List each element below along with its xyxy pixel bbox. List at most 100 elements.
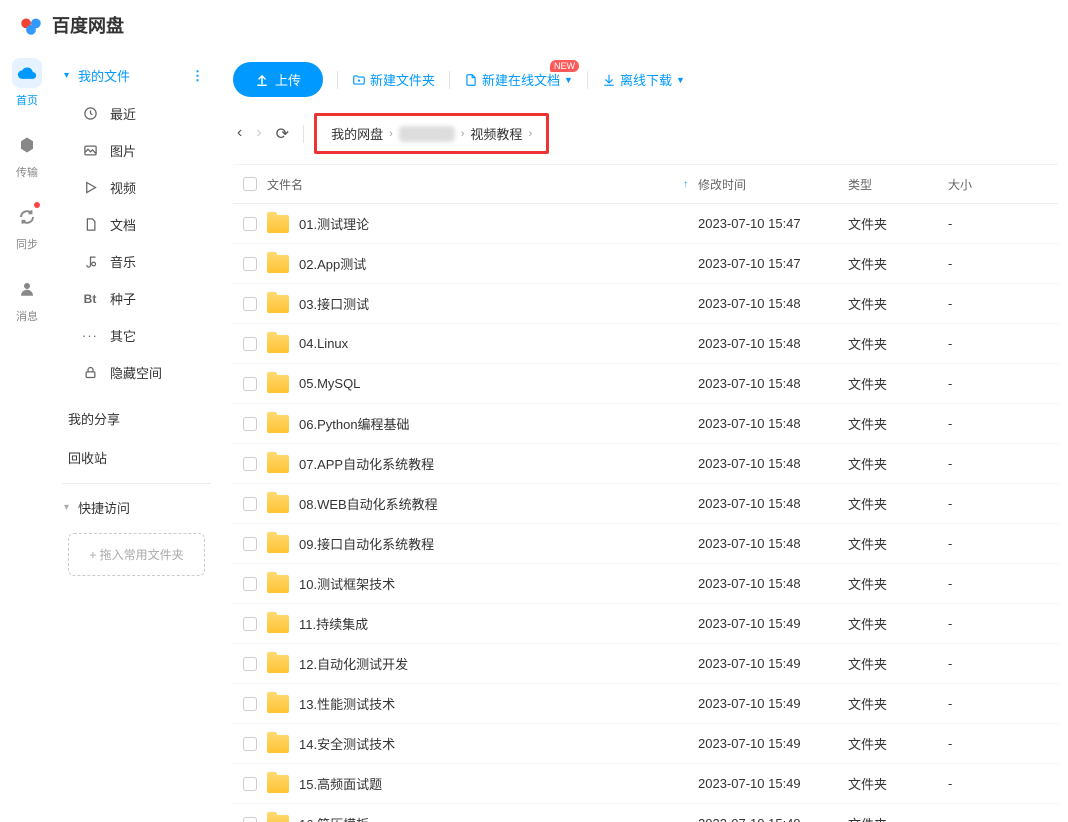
sidebar-item-play[interactable]: 视频 [54, 169, 219, 206]
rail-item-person[interactable]: 消息 [12, 274, 42, 324]
file-name: 04.Linux [299, 336, 348, 351]
row-checkbox[interactable] [243, 577, 257, 591]
rail-label: 消息 [16, 308, 38, 324]
table-row[interactable]: 15.高频面试题 2023-07-10 15:49 文件夹 - [233, 764, 1058, 804]
folder-plus-icon [352, 73, 366, 87]
app-header: 百度网盘 [0, 0, 1068, 50]
nav-back-icon[interactable]: ‹ [233, 122, 246, 146]
row-checkbox[interactable] [243, 657, 257, 671]
row-checkbox[interactable] [243, 457, 257, 471]
sidebar-item-clock[interactable]: 最近 [54, 95, 219, 132]
folder-icon [267, 815, 289, 822]
folder-icon [267, 455, 289, 473]
file-name: 06.Python编程基础 [299, 414, 410, 433]
notification-dot [34, 202, 40, 208]
row-checkbox[interactable] [243, 537, 257, 551]
sidebar-item-doc[interactable]: 文档 [54, 206, 219, 243]
row-checkbox[interactable] [243, 697, 257, 711]
file-type: 文件夹 [848, 614, 948, 633]
row-checkbox[interactable] [243, 617, 257, 631]
table-row[interactable]: 04.Linux 2023-07-10 15:48 文件夹 - [233, 324, 1058, 364]
col-type[interactable]: 类型 [848, 176, 948, 193]
sidebar-item-bt[interactable]: Bt种子 [54, 280, 219, 317]
file-type: 文件夹 [848, 814, 948, 822]
nav-arrows: ‹ › ⟳ [233, 122, 293, 146]
row-checkbox[interactable] [243, 377, 257, 391]
rail-label: 同步 [16, 236, 38, 252]
nav-forward-icon[interactable]: › [252, 122, 265, 146]
table-row[interactable]: 06.Python编程基础 2023-07-10 15:48 文件夹 - [233, 404, 1058, 444]
new-doc-button[interactable]: 新建在线文档 ▼ NEW [464, 70, 573, 89]
sidebar-myfiles[interactable]: ▾ 我的文件 ⋮ [54, 60, 219, 91]
dots-icon: ··· [82, 328, 98, 344]
table-row[interactable]: 01.测试理论 2023-07-10 15:47 文件夹 - [233, 204, 1058, 244]
file-type: 文件夹 [848, 774, 948, 793]
sidebar-item-dots[interactable]: ···其它 [54, 317, 219, 354]
file-name: 03.接口测试 [299, 294, 369, 313]
col-name-label: 文件名 [267, 176, 303, 193]
row-checkbox[interactable] [243, 337, 257, 351]
file-time: 2023-07-10 15:49 [698, 696, 848, 711]
table-row[interactable]: 16.简历模板 2023-07-10 15:49 文件夹 - [233, 804, 1058, 822]
new-badge: NEW [550, 60, 579, 72]
divider [449, 71, 450, 89]
table-row[interactable]: 10.测试框架技术 2023-07-10 15:48 文件夹 - [233, 564, 1058, 604]
folder-icon [267, 695, 289, 713]
table-row[interactable]: 09.接口自动化系统教程 2023-07-10 15:48 文件夹 - [233, 524, 1058, 564]
table-row[interactable]: 14.安全测试技术 2023-07-10 15:49 文件夹 - [233, 724, 1058, 764]
table-row[interactable]: 12.自动化测试开发 2023-07-10 15:49 文件夹 - [233, 644, 1058, 684]
crumb-root[interactable]: 我的网盘 [331, 124, 383, 143]
more-icon[interactable]: ⋮ [191, 68, 205, 84]
file-size: - [948, 256, 1058, 271]
sidebar-myshare[interactable]: 我的分享 [54, 399, 219, 438]
table-row[interactable]: 13.性能测试技术 2023-07-10 15:49 文件夹 - [233, 684, 1058, 724]
chevron-down-icon: ▼ [676, 75, 685, 85]
file-name: 10.测试框架技术 [299, 574, 395, 593]
table-row[interactable]: 02.App测试 2023-07-10 15:47 文件夹 - [233, 244, 1058, 284]
nav-row: ‹ › ⟳ 我的网盘 › › 视频教程 › [233, 107, 1058, 164]
rail-item-sync[interactable]: 同步 [12, 202, 42, 252]
nav-refresh-icon[interactable]: ⟳ [272, 122, 293, 146]
file-type: 文件夹 [848, 734, 948, 753]
rail-item-hex[interactable]: 传输 [12, 130, 42, 180]
quick-drop-area[interactable]: + 拖入常用文件夹 [68, 533, 205, 576]
table-row[interactable]: 03.接口测试 2023-07-10 15:48 文件夹 - [233, 284, 1058, 324]
table-row[interactable]: 08.WEB自动化系统教程 2023-07-10 15:48 文件夹 - [233, 484, 1058, 524]
upload-button[interactable]: 上传 [233, 62, 323, 97]
select-all-checkbox[interactable] [243, 177, 257, 191]
sidebar-recycle[interactable]: 回收站 [54, 438, 219, 477]
offline-label: 离线下载 [620, 70, 672, 89]
chevron-down-icon: ▾ [64, 70, 74, 81]
sidebar-item-lock[interactable]: 隐藏空间 [54, 354, 219, 391]
table-row[interactable]: 05.MySQL 2023-07-10 15:48 文件夹 - [233, 364, 1058, 404]
row-checkbox[interactable] [243, 297, 257, 311]
row-checkbox[interactable] [243, 217, 257, 231]
table-row[interactable]: 11.持续集成 2023-07-10 15:49 文件夹 - [233, 604, 1058, 644]
col-time[interactable]: 修改时间 [698, 176, 848, 193]
lock-icon [82, 365, 98, 381]
row-checkbox[interactable] [243, 737, 257, 751]
logo-area[interactable]: 百度网盘 [18, 12, 124, 38]
file-time: 2023-07-10 15:48 [698, 416, 848, 431]
table-row[interactable]: 07.APP自动化系统教程 2023-07-10 15:48 文件夹 - [233, 444, 1058, 484]
row-checkbox[interactable] [243, 257, 257, 271]
row-checkbox[interactable] [243, 777, 257, 791]
chevron-right-icon: › [461, 128, 465, 140]
row-checkbox[interactable] [243, 817, 257, 822]
new-folder-button[interactable]: 新建文件夹 [352, 70, 435, 89]
sidebar-item-music[interactable]: 音乐 [54, 243, 219, 280]
bt-icon: Bt [82, 291, 98, 307]
col-size[interactable]: 大小 [948, 176, 1058, 193]
file-name: 01.测试理论 [299, 214, 369, 233]
row-checkbox[interactable] [243, 417, 257, 431]
side-panel: ▾ 我的文件 ⋮ 最近图片视频文档音乐Bt种子···其它隐藏空间 我的分享 回收… [54, 50, 219, 822]
sidebar-item-image[interactable]: 图片 [54, 132, 219, 169]
crumb-current[interactable]: 视频教程 [470, 124, 522, 143]
row-checkbox[interactable] [243, 497, 257, 511]
col-name[interactable]: 文件名 ↑ [267, 176, 698, 193]
folder-icon [267, 255, 289, 273]
hex-icon [12, 130, 42, 160]
sidebar-quick[interactable]: ▾ 快捷访问 [54, 490, 219, 525]
offline-download-button[interactable]: 离线下载 ▼ [602, 70, 685, 89]
rail-item-cloud[interactable]: 首页 [12, 58, 42, 108]
